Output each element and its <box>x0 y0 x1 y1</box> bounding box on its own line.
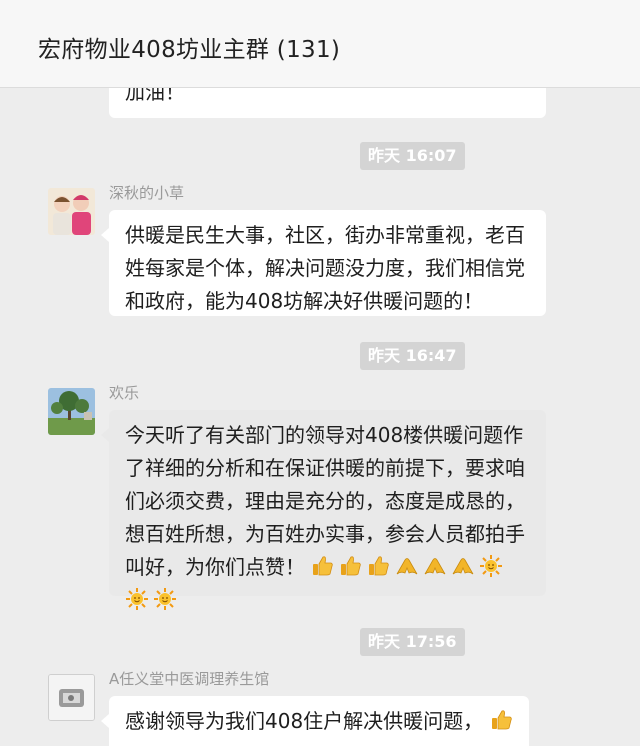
message-text-line: 感谢领导为我们408住户解决供暖问题， <box>125 705 513 738</box>
sender-name: A任义堂中医调理养生馆 <box>109 670 270 688</box>
sun-icon <box>154 588 176 610</box>
message-text-line: 叫好，为你们点赞！ <box>125 551 530 584</box>
chat-header: 宏府物业408坊业主群 (131) <box>0 0 640 88</box>
message-bubble[interactable]: 供暖是民生大事，社区，街办非常重视，老百 姓每家是个体，解决问题没力度，我们相信… <box>101 210 546 316</box>
strong-icon <box>453 558 474 575</box>
strong-icon <box>397 558 418 575</box>
message-list[interactable]: 加油！ 昨天 16:07 深秋的小草 供暖是民生大事，社区，街办非常重视，老百 … <box>0 88 640 746</box>
message-text: 感谢领导为我们408住户解决供暖问题， <box>125 709 484 733</box>
strong-icon <box>425 558 446 575</box>
timestamp: 昨天 16:47 <box>360 342 465 370</box>
thumbs-up-icon <box>369 556 390 576</box>
message-text: 加油！ <box>125 88 185 104</box>
avatar[interactable] <box>48 674 95 721</box>
avatar-image <box>48 388 95 435</box>
message-text-line: 们必须交费，理由是充分的，态度是成恳的， <box>125 489 525 513</box>
message-text-line: 姓每家是个体，解决问题没力度，我们相信党 <box>125 256 525 280</box>
message-text-line: 和政府，能为408坊解决好供暖问题的！ <box>125 289 484 313</box>
message-emoji-line <box>125 584 530 617</box>
timestamp: 昨天 16:07 <box>360 142 465 170</box>
message-text-line: 今天听了有关部门的领导对408楼供暖问题作 <box>125 423 524 447</box>
sender-name: 欢乐 <box>109 384 140 402</box>
group-title: 宏府物业408坊业主群 (131) <box>38 37 341 63</box>
thumbs-up-icon <box>313 556 334 576</box>
message-text-line: 想百姓所想，为百姓办实事，参会人员都拍手 <box>125 522 525 546</box>
message-bubble-selected[interactable]: 今天听了有关部门的领导对408楼供暖问题作 了祥细的分析和在保证供暖的前提下，要… <box>101 410 546 610</box>
thumbs-up-icon <box>491 710 512 730</box>
message-bubble[interactable]: 感谢领导为我们408住户解决供暖问题， <box>101 696 529 746</box>
message-text-line: 了祥细的分析和在保证供暖的前提下，要求咱 <box>125 456 525 480</box>
thumbs-up-icon <box>341 556 362 576</box>
avatar-image <box>49 675 94 720</box>
avatar-image <box>48 188 95 235</box>
timestamp: 昨天 17:56 <box>360 628 465 656</box>
sun-icon <box>126 588 148 610</box>
sender-name: 深秋的小草 <box>109 184 185 202</box>
avatar[interactable] <box>48 188 95 235</box>
avatar[interactable] <box>48 388 95 435</box>
message-text: 叫好，为你们点赞！ <box>125 555 305 579</box>
message-text-line: 供暖是民生大事，社区，街办非常重视，老百 <box>125 223 525 247</box>
sun-icon <box>480 555 503 577</box>
message-bubble[interactable]: 加油！ <box>109 88 546 118</box>
